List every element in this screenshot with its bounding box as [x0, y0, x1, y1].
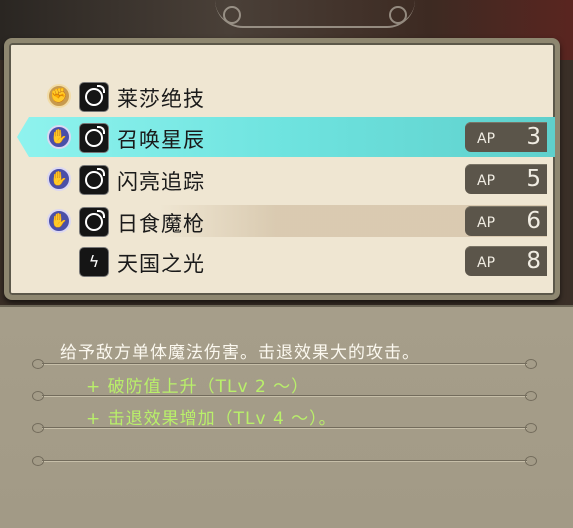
top-ornament	[215, 0, 415, 28]
ap-value: 6	[526, 208, 541, 234]
bomb-icon	[79, 207, 109, 237]
divider-line	[32, 359, 537, 369]
lightning-emblem-icon: ϟ	[79, 247, 109, 277]
bonus-line-1: + 破防值上升（TLv 2 ～）	[86, 377, 310, 397]
skill-list-panel: ✊ 莱莎绝技 ✋ 召唤星辰 AP 3 ✋ 闪亮追踪 AP 5 ✋ 日食魔枪 AP…	[4, 38, 560, 300]
magic-hand-icon: ✋	[47, 209, 71, 233]
skill-row-4[interactable]: ϟ 天国之光 AP 8	[29, 243, 547, 279]
skill-name: 莱莎绝技	[117, 87, 205, 111]
bonus-line-2: + 击退效果增加（TLv 4 ～）。	[86, 409, 337, 429]
ap-label: AP	[477, 131, 496, 147]
skill-name: 天国之光	[117, 252, 205, 276]
ap-cost-box: AP 6	[465, 206, 547, 236]
bomb-icon	[79, 165, 109, 195]
skill-row-1[interactable]: ✋ 召唤星辰 AP 3	[17, 117, 555, 157]
skill-name: 召唤星辰	[117, 128, 205, 152]
skill-row-2[interactable]: ✋ 闪亮追踪 AP 5	[29, 161, 547, 197]
skill-description: 给予敌方单体魔法伤害。击退效果大的攻击。	[60, 343, 420, 363]
ap-value: 3	[526, 124, 541, 150]
ap-value: 5	[526, 166, 541, 192]
ap-cost-box: AP 5	[465, 164, 547, 194]
magic-hand-icon: ✋	[47, 125, 71, 149]
skill-row-3[interactable]: ✋ 日食魔枪 AP 6	[29, 203, 547, 239]
magic-hand-icon: ✋	[47, 167, 71, 191]
ap-cost-box: AP 8	[465, 246, 547, 276]
ap-cost-box: AP 3	[465, 122, 547, 152]
bomb-icon	[79, 123, 109, 153]
ap-value: 8	[526, 248, 541, 274]
skill-name: 闪亮追踪	[117, 170, 205, 194]
skill-name: 日食魔枪	[117, 212, 205, 236]
ap-label: AP	[477, 215, 496, 231]
bomb-icon	[79, 82, 109, 112]
divider-line	[32, 456, 537, 466]
ap-label: AP	[477, 255, 496, 271]
fist-icon: ✊	[47, 84, 71, 108]
skill-row-0[interactable]: ✊ 莱莎绝技	[29, 78, 547, 114]
ap-label: AP	[477, 173, 496, 189]
